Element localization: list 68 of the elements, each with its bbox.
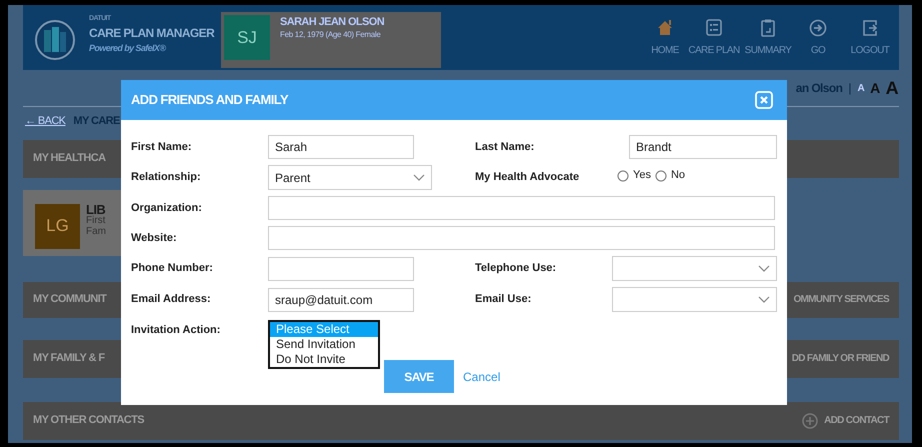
nav-item[interactable]: CARE PLAN bbox=[685, 19, 743, 58]
field-label: Email Use: bbox=[475, 292, 532, 308]
list-icon bbox=[705, 19, 723, 37]
radio-button[interactable] bbox=[654, 170, 667, 182]
font-size-button[interactable]: A bbox=[857, 80, 864, 96]
field-label: Relationship: bbox=[131, 170, 202, 186]
font-size-button[interactable]: A bbox=[870, 78, 880, 98]
patient-name: SARAH JEAN OLSON bbox=[280, 16, 384, 29]
text-field[interactable]: Sarah bbox=[268, 135, 414, 159]
chevron-down-icon bbox=[758, 264, 770, 272]
listbox[interactable]: Please Select Send Invitation Do Not Invite bbox=[268, 320, 380, 369]
contact-detail: First bbox=[86, 214, 106, 226]
listbox-option[interactable]: Do Not Invite bbox=[270, 352, 378, 367]
field-label: Email Address: bbox=[131, 292, 212, 308]
add-link[interactable]: OMMUNITY SERVICES bbox=[793, 292, 889, 307]
listbox-option[interactable]: Please Select bbox=[270, 322, 378, 337]
field-label: Invitation Action: bbox=[131, 323, 222, 338]
logo-icon bbox=[35, 20, 75, 60]
dropdown-field[interactable] bbox=[612, 287, 777, 312]
nav-item[interactable]: LOGOUT bbox=[843, 19, 897, 58]
text-field[interactable]: Brandt bbox=[629, 135, 777, 159]
section-title: MY OTHER CONTACTS bbox=[33, 413, 144, 428]
separator: | bbox=[848, 80, 852, 97]
section-title: MY COMMUNIT bbox=[33, 292, 106, 308]
add-link[interactable]: DD FAMILY OR FRIEND bbox=[792, 351, 889, 366]
save-button[interactable]: SAVE bbox=[384, 360, 454, 393]
nav-item[interactable]: GO bbox=[793, 19, 843, 58]
avatar-initials: LG bbox=[35, 204, 80, 248]
text-field[interactable] bbox=[268, 196, 775, 220]
section-title: MY HEALTHCA bbox=[33, 151, 106, 166]
field-label: Organization: bbox=[131, 200, 203, 216]
modal-title: ADD FRIENDS AND FAMILY bbox=[131, 91, 288, 110]
home-icon bbox=[656, 19, 674, 37]
plus-circle-icon bbox=[802, 412, 818, 428]
radio-label: Yes bbox=[633, 168, 651, 184]
contact-detail: Fam bbox=[86, 226, 106, 236]
dropdown-field[interactable] bbox=[612, 256, 777, 281]
field-label: First Name: bbox=[131, 140, 193, 155]
field-label: My Health Advocate bbox=[475, 170, 580, 186]
chevron-down-icon bbox=[758, 296, 770, 304]
radio-label: No bbox=[670, 168, 686, 184]
text-field[interactable]: sraup@datuit.com bbox=[268, 288, 414, 312]
chevron-down-icon bbox=[413, 174, 425, 182]
close-icon[interactable] bbox=[755, 91, 773, 109]
nav-item[interactable]: HOME bbox=[645, 19, 685, 58]
text-field[interactable] bbox=[268, 256, 414, 280]
field-label: Website: bbox=[131, 230, 178, 246]
section-title: MY FAMILY & F bbox=[33, 351, 104, 366]
field-label: Phone Number: bbox=[131, 261, 214, 276]
listbox-option[interactable]: Send Invitation bbox=[270, 337, 378, 352]
field-label: Last Name: bbox=[475, 140, 536, 155]
add-link[interactable]: ADD CONTACT bbox=[802, 412, 889, 428]
back-link[interactable]: ← BACK bbox=[25, 113, 66, 130]
tagline: Powered by SafeIX® bbox=[89, 42, 167, 55]
radio-button[interactable] bbox=[617, 170, 629, 182]
field-label: Telephone Use: bbox=[475, 261, 558, 276]
avatar-initials: SJ bbox=[224, 15, 270, 60]
contact-name: LIB bbox=[86, 204, 106, 214]
clipboard-icon bbox=[759, 19, 777, 37]
font-size-button[interactable]: A bbox=[886, 74, 898, 102]
dropdown-field[interactable]: Parent bbox=[268, 165, 432, 190]
cancel-link[interactable]: Cancel bbox=[463, 368, 500, 386]
nav-item[interactable]: SUMMARY bbox=[743, 19, 793, 58]
app-title: CARE PLAN MANAGER bbox=[89, 24, 216, 42]
text-field[interactable] bbox=[268, 226, 775, 250]
arrow-circle-icon bbox=[809, 19, 827, 37]
logout-icon bbox=[861, 19, 879, 37]
patient-details: Feb 12, 1979 (Age 40) Female bbox=[280, 29, 382, 41]
